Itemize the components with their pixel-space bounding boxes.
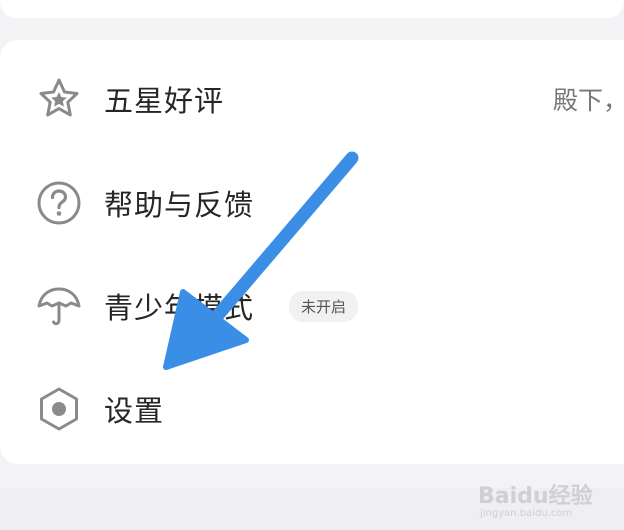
menu-item-label: 五星好评 <box>104 84 225 118</box>
star-icon <box>34 74 84 124</box>
menu-item-help-feedback[interactable]: 帮助与反馈 <box>0 153 624 253</box>
status-badge: 未开启 <box>289 290 359 322</box>
menu-item-five-star-rating[interactable]: 五星好评 殿下， <box>0 49 624 149</box>
hexagon-settings-icon <box>34 384 84 434</box>
question-circle-icon <box>34 178 84 228</box>
watermark-main: Baidu经验 <box>478 484 593 509</box>
menu-item-label: 帮助与反馈 <box>104 188 255 222</box>
menu-item-youth-mode[interactable]: 青少年模式 未开启 <box>0 256 624 356</box>
menu-item-value: 殿下， <box>553 86 624 115</box>
top-card <box>0 0 624 18</box>
umbrella-icon <box>34 281 84 331</box>
menu-item-label: 青少年模式 <box>104 291 255 325</box>
menu-item-settings[interactable]: 设置 <box>0 359 624 459</box>
watermark-sub: jingyan.baidu.com <box>480 508 573 519</box>
baidu-watermark: Baidu经验 jingyan.baidu.com <box>478 474 618 526</box>
menu-item-label: 设置 <box>104 394 165 428</box>
